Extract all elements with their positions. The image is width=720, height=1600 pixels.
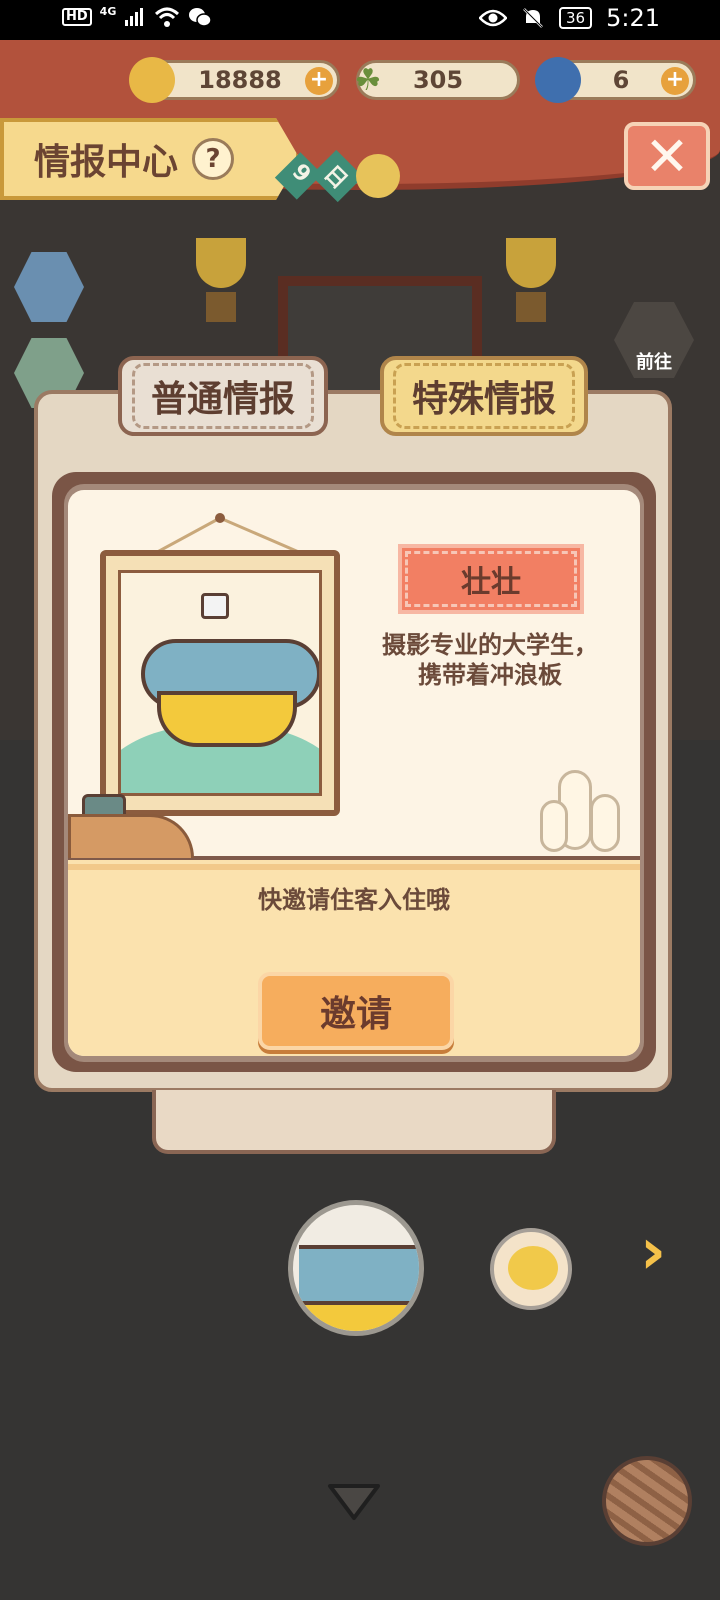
- scroll-rolls: [540, 770, 626, 854]
- avatar-dog[interactable]: [490, 1228, 572, 1310]
- clover-value: 305: [412, 66, 464, 94]
- tab-normal-label: 普通情报: [131, 363, 314, 429]
- background-board: [152, 1090, 556, 1154]
- portrait-canvas: [118, 570, 322, 796]
- tv-icon[interactable]: [14, 252, 84, 322]
- character-description: 摄影专业的大学生， 携带着冲浪板: [340, 630, 640, 690]
- character-name: 壮壮: [461, 565, 521, 600]
- wifi-icon: [155, 7, 180, 27]
- eye-icon: [479, 9, 507, 27]
- status-bar: HD 4G 36 5:21: [0, 0, 720, 40]
- invite-hint: 快邀请住客入住哦: [258, 886, 450, 914]
- close-button[interactable]: ✕: [624, 122, 710, 190]
- date-badge: 9 日: [274, 149, 364, 203]
- network-indicator: 4G: [99, 4, 117, 18]
- chevron-down-icon[interactable]: [326, 1480, 382, 1524]
- trophy-icon: [506, 238, 556, 328]
- signal-icon: [125, 8, 144, 26]
- yarn-ball-icon[interactable]: [602, 1456, 692, 1546]
- help-icon[interactable]: ?: [192, 138, 235, 180]
- goto-button[interactable]: 前往: [614, 302, 694, 378]
- clover-counter[interactable]: ☘ 305: [355, 60, 520, 100]
- coin-value: 18888: [198, 66, 282, 94]
- mute-bell-icon: [523, 8, 543, 28]
- page-title-banner: 情报中心 ?: [0, 118, 300, 200]
- trophy-icon: [196, 238, 246, 328]
- battery-indicator: 36: [559, 7, 593, 29]
- add-gem-button[interactable]: +: [661, 67, 689, 95]
- coin-icon: [129, 57, 175, 103]
- tab-special-label: 特殊情报: [392, 363, 575, 429]
- avatar-selected-whale[interactable]: [288, 1200, 424, 1336]
- tab-special-intel[interactable]: 特殊情报: [380, 356, 588, 436]
- tab-normal-intel[interactable]: 普通情报: [118, 356, 328, 436]
- wechat-icon: [189, 8, 213, 27]
- page-title: 情报中心: [34, 142, 179, 183]
- coin-counter[interactable]: 18888 +: [129, 57, 340, 103]
- camera-icon: [201, 593, 229, 619]
- clover-icon: ☘: [354, 62, 382, 98]
- description-line-1: 摄影专业的大学生，: [382, 631, 598, 659]
- gem-icon: [535, 57, 581, 103]
- hd-indicator: HD: [62, 8, 92, 26]
- gem-value: 6: [612, 66, 630, 94]
- character-portrait: [100, 550, 340, 816]
- moon-icon: [356, 154, 400, 198]
- invite-button[interactable]: 邀请: [258, 972, 454, 1050]
- gem-counter[interactable]: 6 +: [535, 57, 696, 103]
- goto-label: 前往: [636, 352, 672, 373]
- character-name-tag: 壮壮: [398, 544, 584, 614]
- chevron-right-icon[interactable]: ›: [628, 1220, 678, 1284]
- description-line-2: 携带着冲浪板: [418, 661, 562, 689]
- clock: 5:21: [606, 4, 660, 32]
- add-coin-button[interactable]: +: [305, 67, 333, 95]
